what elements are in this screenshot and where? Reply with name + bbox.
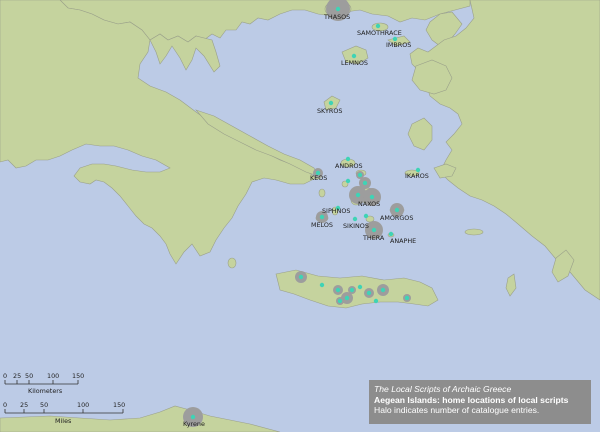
- site-thera: [371, 227, 377, 233]
- label-siphnos: SIPHNOS: [322, 207, 350, 215]
- mi-tick-0: 0: [3, 401, 7, 409]
- site-crete-c: [373, 298, 379, 304]
- label-anaphe: ANAPHE: [390, 237, 416, 245]
- label-andros: ANDROS: [335, 162, 363, 170]
- site-crete-3: [349, 287, 355, 293]
- legend-note: Halo indicates number of catalogue entri…: [374, 405, 540, 415]
- label-amorgos: AMORGOS: [380, 214, 413, 222]
- site-paros: [355, 192, 361, 198]
- site-crete-b: [357, 284, 363, 290]
- km-tick-25: 25: [13, 372, 21, 380]
- label-melos: MELOS: [311, 221, 333, 229]
- site-crete-e: [404, 295, 410, 301]
- site-melos: [319, 214, 325, 220]
- label-keos: KEOS: [310, 174, 327, 182]
- site-sikinos: [352, 216, 358, 222]
- legend-box: The Local Scripts of Archaic Greece Aege…: [369, 380, 591, 424]
- mi-unit-label: Miles: [55, 417, 72, 425]
- site-thasos: [335, 6, 341, 12]
- site-crete-4: [366, 290, 372, 296]
- label-skyros: SKYROS: [317, 107, 342, 115]
- label-thera: THERA: [362, 234, 385, 242]
- label-imbros: IMBROS: [386, 41, 411, 49]
- site-crete-6: [337, 298, 343, 304]
- label-kyrene: Kyrene: [183, 420, 205, 428]
- site-kyrene: [190, 414, 196, 420]
- site-syros: [345, 178, 351, 184]
- site-anaphe: [388, 231, 394, 237]
- label-ikaros: IKAROS: [405, 172, 429, 180]
- land-kythnos: [318, 188, 326, 198]
- mi-tick-50: 50: [40, 401, 48, 409]
- site-samothrace: [375, 23, 381, 29]
- mi-tick-100: 100: [77, 401, 89, 409]
- map-canvas[interactable]: THASOS SAMOTHRACE IMBROS LEMNOS SKYROS A…: [0, 0, 600, 432]
- km-tick-100: 100: [47, 372, 59, 380]
- label-sikinos: SIKINOS: [343, 222, 369, 230]
- label-samothrace: SAMOTHRACE: [357, 29, 402, 37]
- site-amorgos: [394, 207, 400, 213]
- site-ios: [363, 213, 369, 219]
- mi-tick-150: 150: [113, 401, 125, 409]
- site-naxos: [369, 194, 375, 200]
- mi-tick-25: 25: [20, 401, 28, 409]
- km-tick-150: 150: [72, 372, 84, 380]
- site-skyros: [328, 100, 334, 106]
- label-thasos: THASOS: [323, 13, 350, 21]
- site-crete-5: [380, 287, 386, 293]
- km-tick-50: 50: [25, 372, 33, 380]
- site-andros: [345, 156, 351, 162]
- legend-subtitle: Aegean Islands: home locations of local …: [374, 394, 569, 405]
- site-crete-2: [344, 295, 350, 301]
- label-lemnos: LEMNOS: [341, 59, 368, 67]
- km-unit-label: Kilometers: [28, 387, 63, 395]
- label-naxos: NAXOS: [358, 200, 380, 208]
- land-kythera: [227, 257, 237, 269]
- site-naxos-north: [362, 180, 368, 186]
- land-kos: [464, 228, 484, 236]
- site-lemnos: [351, 53, 357, 59]
- legend-title: The Local Scripts of Archaic Greece: [374, 384, 512, 394]
- map-svg: THASOS SAMOTHRACE IMBROS LEMNOS SKYROS A…: [0, 0, 600, 432]
- site-crete-w: [298, 274, 304, 280]
- site-crete-a: [319, 282, 325, 288]
- site-tinos: [357, 172, 363, 178]
- km-tick-0: 0: [3, 372, 7, 380]
- site-crete-1: [335, 287, 341, 293]
